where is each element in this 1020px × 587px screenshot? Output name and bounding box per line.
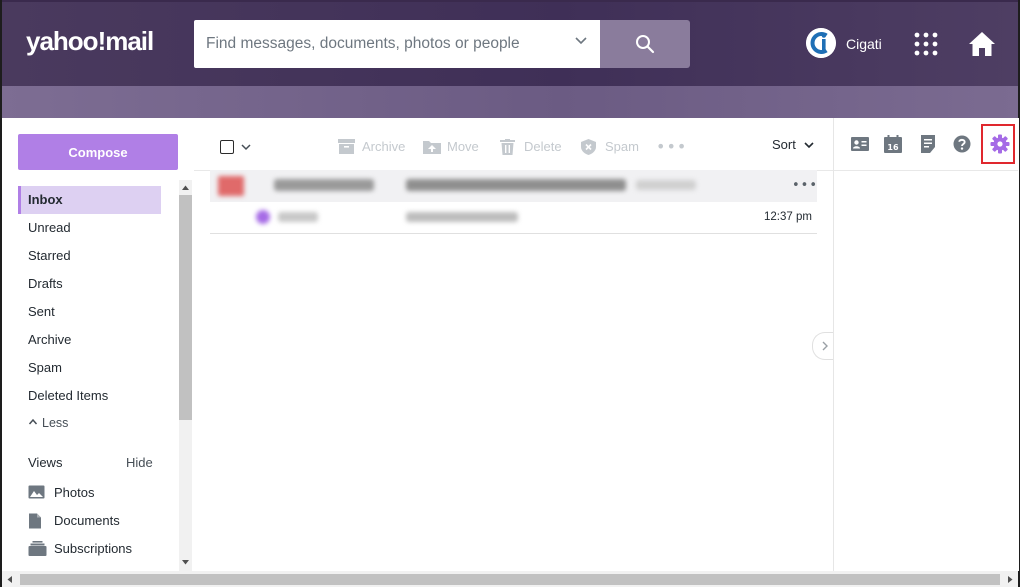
sidebar-item-inbox[interactable]: Inbox — [18, 186, 161, 214]
collapse-pane-button[interactable] — [812, 332, 835, 360]
row-more-icon[interactable]: ••• — [792, 178, 818, 193]
move-folder-icon — [423, 141, 441, 154]
notepad-icon[interactable] — [919, 135, 937, 153]
sender-name-blurred — [274, 179, 374, 191]
delete-label: Delete — [524, 139, 562, 154]
header-subband — [2, 86, 1018, 118]
search-icon — [636, 35, 655, 54]
calendar-icon[interactable]: 16 — [884, 135, 902, 153]
avatar[interactable] — [806, 28, 836, 58]
select-all-checkbox[interactable] — [220, 140, 234, 154]
spam-button[interactable]: Spam — [581, 137, 643, 157]
sidebar-item-spam[interactable]: Spam — [18, 354, 161, 382]
search-button[interactable] — [600, 20, 690, 68]
select-options-chevron-icon[interactable] — [240, 141, 252, 153]
more-actions-icon[interactable]: ••• — [656, 137, 686, 157]
views-heading: Views — [28, 455, 63, 470]
home-icon[interactable] — [968, 30, 996, 58]
sidebar-item-starred[interactable]: Starred — [18, 242, 161, 270]
hide-views-link[interactable]: Hide — [126, 455, 153, 470]
message-row[interactable] — [210, 202, 817, 234]
sidebar-item-drafts[interactable]: Drafts — [18, 270, 161, 298]
documents-icon — [29, 513, 41, 529]
account-username[interactable]: Cigati — [846, 36, 882, 52]
move-button[interactable]: Move — [423, 137, 485, 157]
move-label: Move — [447, 139, 479, 154]
sidebar-item-sent[interactable]: Sent — [18, 298, 161, 326]
unread-dot-blurred — [256, 210, 270, 224]
spam-label: Spam — [605, 139, 639, 154]
sidebar-view-documents[interactable]: Documents — [28, 510, 148, 532]
spam-shield-icon — [581, 139, 596, 155]
scroll-left-arrow-icon[interactable] — [5, 575, 14, 584]
sidebar-item-unread[interactable]: Unread — [18, 214, 161, 242]
compose-button[interactable]: Compose — [18, 134, 178, 170]
subscriptions-icon — [28, 541, 47, 556]
settings-highlight-box — [981, 124, 1015, 164]
sort-dropdown[interactable]: Sort — [772, 135, 814, 155]
archive-button[interactable]: Archive — [338, 137, 408, 157]
sender-avatar-blurred — [218, 176, 244, 196]
less-toggle[interactable]: Less — [28, 412, 68, 434]
search-box — [194, 20, 600, 68]
message-row[interactable] — [210, 170, 817, 202]
sidebar-item-archive[interactable]: Archive — [18, 326, 161, 354]
archive-label: Archive — [362, 139, 406, 154]
sidebar-item-deleted-items[interactable]: Deleted Items — [18, 382, 161, 410]
sidebar-scrollbar-thumb[interactable] — [179, 195, 192, 420]
chevron-right-icon — [822, 341, 828, 351]
yahoo-mail-logo[interactable]: yahoo!mail — [26, 26, 154, 57]
sidebar-view-subscriptions[interactable]: Subscriptions — [28, 538, 158, 560]
search-input[interactable] — [194, 20, 554, 68]
horizontal-scrollbar-thumb[interactable] — [20, 574, 1000, 585]
sidebar-view-label: Documents — [54, 513, 120, 528]
less-label: Less — [42, 416, 69, 430]
message-time: 12:37 pm — [764, 211, 812, 223]
right-side-pane — [833, 118, 1019, 571]
archive-icon — [338, 139, 355, 154]
chevron-down-icon — [804, 142, 814, 149]
sidebar-view-label: Subscriptions — [54, 541, 133, 556]
photos-icon — [28, 485, 45, 499]
scroll-right-arrow-icon[interactable] — [1006, 575, 1015, 584]
help-icon[interactable] — [953, 135, 971, 153]
sidebar-view-label: Photos — [54, 485, 95, 500]
yahoo-mail-window: yahoo!mail Cigati Compose Inbox Unread S… — [0, 0, 1020, 587]
calendar-day: 16 — [887, 143, 899, 152]
scroll-up-arrow-icon[interactable] — [181, 183, 190, 192]
scroll-down-arrow-icon[interactable] — [181, 558, 190, 567]
right-pane-divider — [834, 170, 1018, 171]
chevron-up-icon — [28, 418, 38, 425]
delete-button[interactable]: Delete — [500, 137, 566, 157]
subject-blurred — [406, 179, 626, 191]
subject-blurred — [406, 212, 518, 222]
apps-grid-icon[interactable] — [914, 32, 938, 56]
trash-icon — [500, 139, 515, 155]
search-options-chevron-icon[interactable] — [574, 34, 588, 48]
sender-name-blurred — [278, 212, 318, 222]
sort-label: Sort — [772, 137, 796, 152]
snippet-blurred — [636, 180, 696, 190]
sidebar-view-photos[interactable]: Photos — [28, 482, 148, 504]
contacts-icon[interactable] — [851, 135, 869, 153]
